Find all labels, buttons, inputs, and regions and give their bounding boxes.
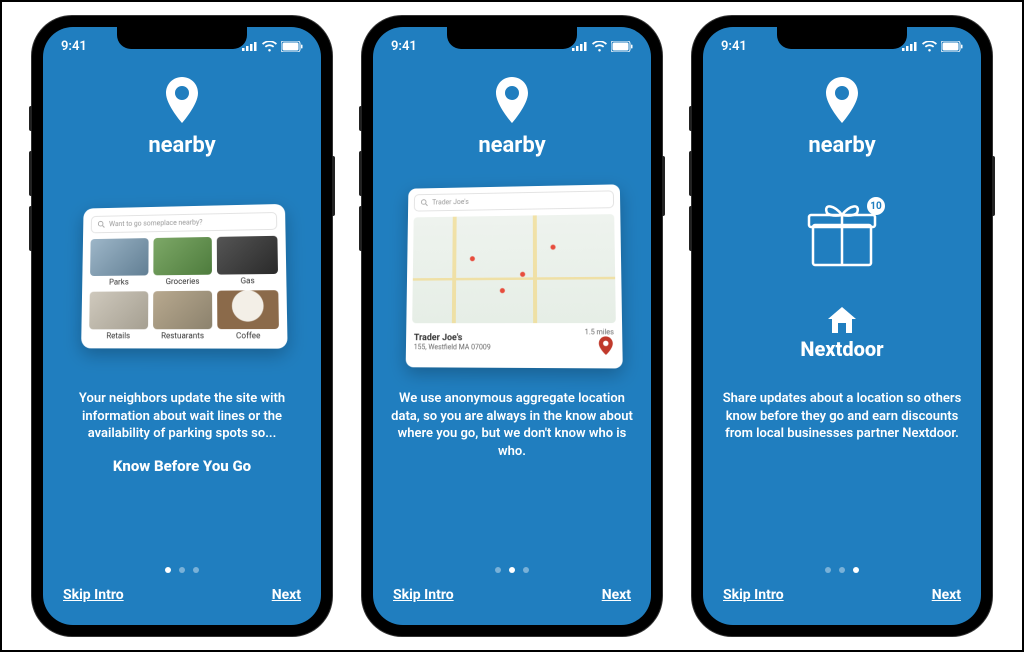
house-icon <box>825 305 859 335</box>
category-tile: Groceries <box>152 236 211 285</box>
status-time: 9:41 <box>391 39 417 54</box>
partner-name: Nextdoor <box>800 337 883 361</box>
app-brand-name: nearby <box>373 133 651 158</box>
partner-logo: Nextdoor <box>800 305 883 361</box>
page-indicator <box>373 557 651 573</box>
gift-icon <box>807 201 877 269</box>
search-icon <box>97 220 105 228</box>
skip-intro-button[interactable]: Skip Intro <box>723 587 784 603</box>
onboarding-description: Share updates about a location so others… <box>703 390 981 443</box>
categories-card: Want to go someplace nearby? Parks Groce… <box>81 203 288 348</box>
next-button[interactable]: Next <box>272 587 301 603</box>
page-indicator <box>703 557 981 573</box>
phone-mockup: 9:41 nearby <box>692 16 992 636</box>
next-button[interactable]: Next <box>602 587 631 603</box>
result-distance: 1.5 miles <box>584 328 613 336</box>
phone-mockup: 9:41 nearby Trader Joe's <box>362 16 662 636</box>
next-button[interactable]: Next <box>932 587 961 603</box>
rewards-gift-icon: 10 <box>807 201 877 273</box>
skip-intro-button[interactable]: Skip Intro <box>63 587 124 603</box>
category-tile: Parks <box>89 238 147 287</box>
search-input-mock: Trader Joe's <box>413 190 613 211</box>
phone-mockup: 9:41 nearby Want to go someplace near <box>32 16 332 636</box>
map-result-card: Trader Joe's Trader Joe's 155, Westfield… <box>405 184 622 368</box>
app-logo-icon <box>162 77 202 131</box>
battery-icon <box>611 41 633 52</box>
category-tile: Gas <box>217 235 278 285</box>
battery-icon <box>941 41 963 52</box>
search-input-mock: Want to go someplace nearby? <box>90 211 277 232</box>
onboarding-description: We use anonymous aggregate location data… <box>373 390 651 460</box>
onboarding-screen-2: 9:41 nearby Trader Joe's <box>373 27 651 625</box>
result-row: Trader Joe's 155, Westfield MA 07009 1.5… <box>411 323 616 362</box>
app-logo-icon <box>492 77 532 131</box>
category-tile: Retails <box>89 291 148 340</box>
status-time: 9:41 <box>61 39 87 54</box>
status-time: 9:41 <box>721 39 747 54</box>
app-brand-name: nearby <box>703 133 981 158</box>
onboarding-description: Your neighbors update the site with info… <box>43 390 321 443</box>
battery-icon <box>281 41 303 52</box>
map-pin-icon <box>597 336 614 355</box>
wifi-icon <box>262 41 277 52</box>
app-brand-name: nearby <box>43 133 321 158</box>
search-placeholder: Trader Joe's <box>432 198 469 206</box>
result-address: 155, Westfield MA 07009 <box>413 343 490 351</box>
skip-intro-button[interactable]: Skip Intro <box>393 587 454 603</box>
app-logo-icon <box>822 77 862 131</box>
onboarding-screen-1: 9:41 nearby Want to go someplace near <box>43 27 321 625</box>
category-tile: Coffee <box>217 290 279 340</box>
wifi-icon <box>922 41 937 52</box>
search-icon <box>420 199 428 207</box>
search-placeholder: Want to go someplace nearby? <box>109 218 202 228</box>
rewards-count-badge: 10 <box>867 197 885 215</box>
result-name: Trader Joe's <box>413 333 490 343</box>
page-indicator <box>43 557 321 573</box>
wifi-icon <box>592 41 607 52</box>
onboarding-tagline: Know Before You Go <box>43 457 321 475</box>
category-tile: Restuarants <box>152 290 212 340</box>
onboarding-screen-3: 9:41 nearby <box>703 27 981 625</box>
map-image <box>412 214 616 323</box>
